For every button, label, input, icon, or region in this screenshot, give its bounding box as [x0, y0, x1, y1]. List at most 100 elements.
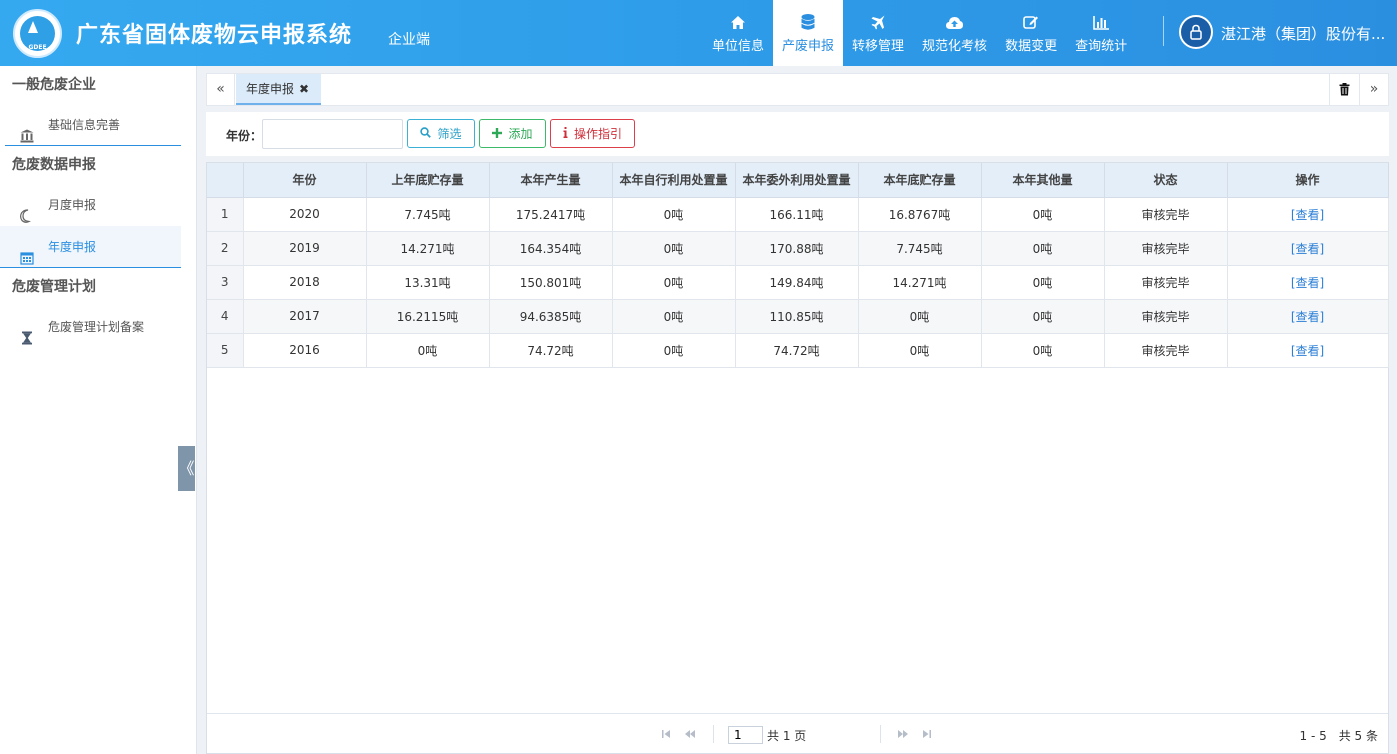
tab-annual-report[interactable]: 年度申报 ✖ — [236, 74, 322, 105]
view-link[interactable]: [查看] — [1291, 242, 1324, 256]
cell-outsourced-disposal: 149.84吨 — [735, 265, 859, 300]
cell-action: [查看] — [1227, 197, 1389, 232]
hourglass-icon — [20, 320, 34, 345]
column-header[interactable]: 上年底贮存量 — [366, 163, 490, 198]
guide-button-label: 操作指引 — [573, 127, 622, 141]
cell-outsourced-disposal: 170.88吨 — [735, 231, 859, 266]
sidebar-group-plan: 危废管理计划 — [12, 279, 96, 295]
year-input[interactable] — [262, 119, 403, 149]
info-icon — [563, 126, 568, 141]
sidebar-item-label: 危废管理计划备案 — [48, 320, 145, 334]
last-page-icon[interactable] — [920, 727, 934, 741]
gdee-logo: GDEE — [13, 9, 62, 58]
sidebar-item-plan-filing[interactable]: 危废管理计划备案 — [0, 306, 196, 348]
table-row[interactable]: 4 2017 16.2115吨 94.6385吨 0吨 110.85吨 0吨 0… — [207, 299, 1389, 334]
sidebar-item-label: 年度申报 — [48, 240, 97, 254]
column-header[interactable]: 本年自行利用处置量 — [612, 163, 736, 198]
view-link[interactable]: [查看] — [1291, 310, 1324, 324]
cell-other: 0吨 — [981, 333, 1105, 368]
page-number-input[interactable] — [728, 726, 763, 744]
table-header-row: 年份 上年底贮存量 本年产生量 本年自行利用处置量 本年委外利用处置量 本年底贮… — [207, 163, 1389, 198]
view-link[interactable]: [查看] — [1291, 276, 1324, 290]
row-number: 1 — [207, 197, 244, 232]
first-page-icon[interactable] — [659, 727, 673, 741]
bar-chart-icon — [1092, 12, 1110, 32]
cell-prev-storage: 16.2115吨 — [366, 299, 490, 334]
nav-data-change[interactable]: 数据变更 — [996, 0, 1066, 66]
sidebar-item-annual[interactable]: 年度申报 — [0, 226, 181, 268]
user-name[interactable]: 湛江港（集团）股份有... — [1221, 23, 1385, 44]
cell-generated: 94.6385吨 — [489, 299, 613, 334]
sidebar-item-label: 月度申报 — [48, 198, 97, 212]
nav-label: 规范化考核 — [922, 39, 988, 54]
close-icon[interactable]: ✖ — [299, 82, 309, 96]
nav-waste-report[interactable]: 产废申报 — [773, 0, 844, 66]
nav-statistics[interactable]: 查询统计 — [1066, 0, 1136, 66]
cell-end-storage: 16.8767吨 — [858, 197, 982, 232]
column-header[interactable]: 本年委外利用处置量 — [735, 163, 859, 198]
table-row[interactable]: 2 2019 14.271吨 164.354吨 0吨 170.88吨 7.745… — [207, 231, 1389, 266]
nav-unit-info[interactable]: 单位信息 — [703, 0, 773, 66]
nav-divider — [1163, 16, 1164, 46]
view-link[interactable]: [查看] — [1291, 208, 1324, 222]
sidebar-item-monthly[interactable]: 月度申报 — [0, 184, 196, 226]
tab-scroll-right-button[interactable]: » — [1359, 74, 1388, 105]
column-header[interactable]: 本年其他量 — [981, 163, 1105, 198]
cell-action: [查看] — [1227, 231, 1389, 266]
cell-outsourced-disposal: 74.72吨 — [735, 333, 859, 368]
cell-outsourced-disposal: 166.11吨 — [735, 197, 859, 232]
table-row[interactable]: 3 2018 13.31吨 150.801吨 0吨 149.84吨 14.271… — [207, 265, 1389, 300]
nav-label: 数据变更 — [1005, 39, 1058, 54]
prev-page-icon[interactable] — [683, 727, 697, 741]
cell-end-storage: 0吨 — [858, 333, 982, 368]
column-header[interactable]: 年份 — [243, 163, 367, 198]
row-number: 2 — [207, 231, 244, 266]
cell-generated: 74.72吨 — [489, 333, 613, 368]
column-header[interactable]: 状态 — [1104, 163, 1228, 198]
sidebar-item-basic-info[interactable]: 基础信息完善 — [5, 104, 181, 146]
cell-outsourced-disposal: 110.85吨 — [735, 299, 859, 334]
sidebar-group-data-report: 危废数据申报 — [12, 157, 96, 173]
table-row[interactable]: 5 2016 0吨 74.72吨 0吨 74.72吨 0吨 0吨 审核完毕 [查… — [207, 333, 1389, 368]
trash-icon[interactable] — [1329, 74, 1359, 105]
sidebar-collapse-button[interactable]: 《 — [178, 446, 195, 491]
next-page-icon[interactable] — [896, 727, 910, 741]
top-nav: 单位信息 产废申报 转移管理 规范化考核 数据变更 查询统计 — [703, 0, 1136, 66]
cell-prev-storage: 7.745吨 — [366, 197, 490, 232]
nav-assessment[interactable]: 规范化考核 — [913, 0, 996, 66]
cell-generated: 150.801吨 — [489, 265, 613, 300]
nav-transfer[interactable]: 转移管理 — [843, 0, 913, 66]
column-header[interactable]: 本年产生量 — [489, 163, 613, 198]
filter-button-label: 筛选 — [437, 127, 462, 141]
column-header[interactable]: 本年底贮存量 — [858, 163, 982, 198]
filter-button[interactable]: 筛选 — [407, 119, 475, 148]
column-header — [207, 163, 244, 198]
cell-year: 2017 — [243, 299, 367, 334]
sidebar-item-label: 基础信息完善 — [48, 118, 121, 132]
annual-report-grid: 年份 上年底贮存量 本年产生量 本年自行利用处置量 本年委外利用处置量 本年底贮… — [206, 162, 1389, 754]
data-table: 年份 上年底贮存量 本年产生量 本年自行利用处置量 本年委外利用处置量 本年底贮… — [207, 163, 1389, 368]
cell-prev-storage: 14.271吨 — [366, 231, 490, 266]
pager-divider — [880, 725, 881, 743]
row-number: 3 — [207, 265, 244, 300]
search-icon — [420, 126, 432, 141]
sidebar: 一般危废企业 基础信息完善 危废数据申报 月度申报 年度申报 危废管理计划 危废… — [0, 66, 197, 754]
app-subtitle: 企业端 — [388, 32, 430, 48]
moon-icon — [20, 198, 34, 223]
table-row[interactable]: 1 2020 7.745吨 175.2417吨 0吨 166.11吨 16.87… — [207, 197, 1389, 232]
cell-prev-storage: 0吨 — [366, 333, 490, 368]
view-link[interactable]: [查看] — [1291, 344, 1324, 358]
cell-prev-storage: 13.31吨 — [366, 265, 490, 300]
home-icon — [730, 12, 746, 32]
pagination-bar: 共 1 页 1 - 5 共 5 条 — [207, 713, 1388, 753]
add-button[interactable]: 添加 — [479, 119, 546, 148]
cell-action: [查看] — [1227, 265, 1389, 300]
user-avatar-icon[interactable] — [1179, 15, 1213, 49]
tab-scroll-left-button[interactable]: « — [207, 74, 235, 105]
guide-button[interactable]: 操作指引 — [550, 119, 635, 148]
cell-status: 审核完毕 — [1104, 299, 1228, 334]
record-range-text: 1 - 5 共 5 条 — [1299, 729, 1379, 743]
nav-label: 产废申报 — [782, 39, 835, 54]
cell-year: 2020 — [243, 197, 367, 232]
tab-label: 年度申报 — [246, 82, 295, 96]
